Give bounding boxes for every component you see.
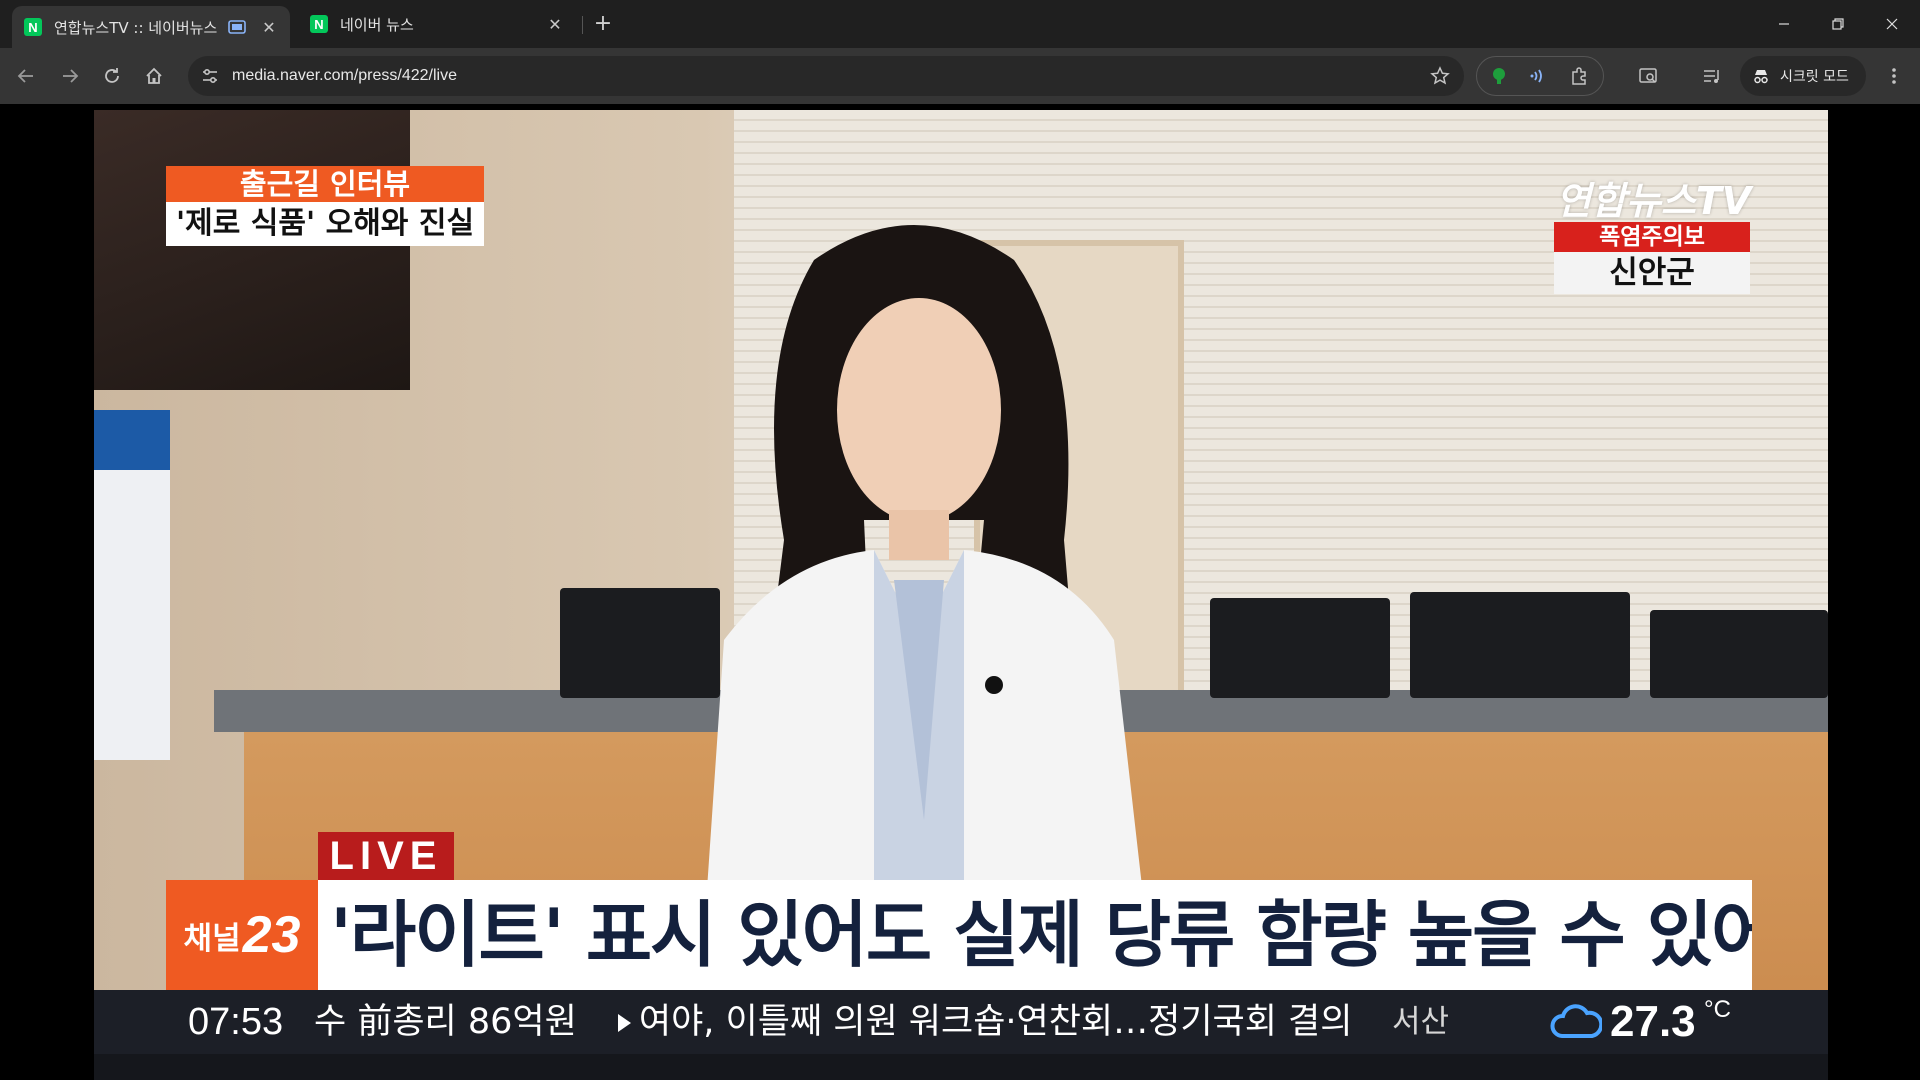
weather-alert-box: 폭염주의보 신안군 [1554, 222, 1750, 294]
side-panel-search-icon[interactable] [1632, 60, 1664, 92]
alert-region: 신안군 [1554, 252, 1750, 294]
menu-kebab-icon[interactable] [1878, 60, 1910, 92]
extensions-group [1476, 56, 1604, 96]
read-aloud-icon[interactable] [1523, 60, 1555, 92]
tab-title: 연합뉴스TV :: 네이버뉴스 [54, 18, 218, 37]
desk-monitor [1410, 592, 1630, 698]
desk-monitor [1210, 598, 1390, 698]
tab-naver-news[interactable]: N 네이버 뉴스 ✕ [298, 6, 576, 42]
segment-topic: '제로 식품' 오해와 진실 [166, 202, 484, 246]
weather-city: 서산 [1392, 1004, 1450, 1040]
wall-tv [94, 110, 410, 390]
wall-poster [94, 410, 170, 760]
back-icon[interactable] [10, 60, 42, 92]
ticker-bottom-band [94, 1054, 1828, 1080]
naver-favicon-icon: N [24, 18, 42, 36]
ticker-item: 수 前총리 86억원 [314, 1002, 577, 1042]
media-controls-icon[interactable] [1696, 60, 1728, 92]
tab-yonhap-live[interactable]: N 연합뉴스TV :: 네이버뉴스 ✕ [12, 6, 290, 48]
new-tab-icon[interactable]: + [592, 11, 614, 36]
live-badge: LIVE [318, 832, 454, 880]
channel-label: 채널 [183, 920, 241, 957]
channel-logo: 연합뉴스TV [1556, 179, 1752, 223]
ticker-arrow-icon [617, 1014, 631, 1032]
live-video-player[interactable]: 출근길 인터뷰 '제로 식품' 오해와 진실 연합뉴스TV 폭염주의보 신안군 … [94, 110, 1828, 1080]
site-info-icon[interactable] [198, 64, 222, 88]
tab-title: 네이버 뉴스 [340, 15, 414, 34]
incognito-label: 시크릿 모드 [1780, 69, 1849, 85]
address-bar[interactable]: media.naver.com/press/422/live [188, 56, 1464, 96]
tab-separator [582, 16, 583, 34]
segment-subject-box: 출근길 인터뷰 '제로 식품' 오해와 진실 [166, 166, 484, 246]
ticker-item: 여야, 이틀째 의원 워크숍·연찬회…정기국회 결의 [617, 990, 1352, 1054]
incognito-icon [1754, 70, 1768, 84]
alert-type: 폭염주의보 [1554, 222, 1750, 252]
cloud-icon [1550, 1004, 1602, 1038]
naver-favicon-icon: N [310, 15, 328, 33]
incognito-badge[interactable]: 시크릿 모드 [1740, 56, 1866, 96]
news-ticker-bar: 07:53 수 前총리 86억원 여야, 이틀째 의원 워크숍·연찬회…정기국회… [94, 990, 1828, 1054]
segment-category: 출근길 인터뷰 [166, 166, 484, 202]
ticker-strip: 수 前총리 86억원 여야, 이틀째 의원 워크숍·연찬회…정기국회 결의 [314, 990, 1354, 1054]
tab-close-icon[interactable]: ✕ [546, 15, 564, 34]
forward-icon[interactable] [54, 60, 86, 92]
extensions-puzzle-icon[interactable] [1563, 60, 1595, 92]
weather-unit: °C [1704, 996, 1731, 1023]
browser-toolbar: media.naver.com/press/422/live 시크릿 모드 [0, 48, 1920, 104]
news-headline: '라이트' 표시 있어도 실제 당류 함량 높을 수 있어 [318, 880, 1752, 990]
tab-close-icon[interactable]: ✕ [260, 18, 278, 37]
minimize-icon[interactable] [1756, 0, 1812, 48]
channel-number-box: 채널 23 [166, 880, 318, 990]
page-viewport: 출근길 인터뷰 '제로 식품' 오해와 진실 연합뉴스TV 폭염주의보 신안군 … [0, 104, 1920, 1080]
reload-icon[interactable] [96, 60, 128, 92]
weather-temperature: 27.3 [1610, 997, 1696, 1046]
broadcast-clock: 07:53 [188, 1001, 284, 1043]
extension-green-icon[interactable] [1483, 60, 1515, 92]
home-icon[interactable] [138, 60, 170, 92]
bookmark-star-icon[interactable] [1428, 64, 1452, 88]
url-text[interactable]: media.naver.com/press/422/live [232, 56, 457, 96]
channel-number: 23 [242, 906, 301, 964]
tab-strip: N 연합뉴스TV :: 네이버뉴스 ✕ N 네이버 뉴스 ✕ + [0, 0, 1920, 48]
desk-monitor [1650, 610, 1828, 698]
media-playing-icon[interactable] [228, 20, 246, 34]
restore-icon[interactable] [1810, 0, 1866, 48]
close-window-icon[interactable] [1864, 0, 1920, 48]
